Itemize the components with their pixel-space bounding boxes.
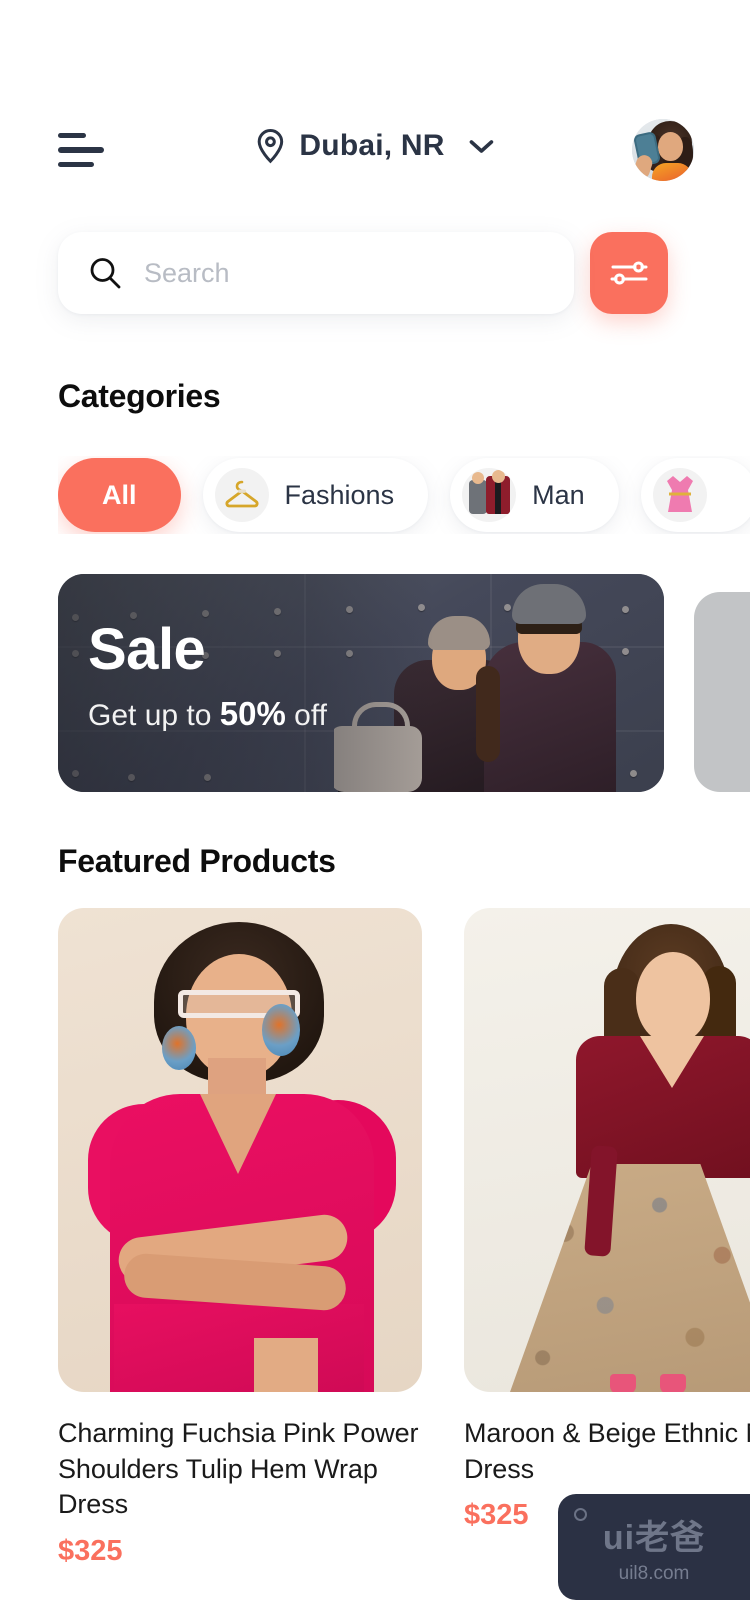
banner-subtitle-prefix: Get up to xyxy=(88,698,220,732)
app-header: Dubai, NR xyxy=(0,110,750,190)
category-chip-all[interactable]: All xyxy=(58,458,181,532)
watermark-logo-text: ui老爸 xyxy=(602,1518,706,1557)
category-chip-fashions[interactable]: Fashions xyxy=(202,458,429,532)
pink-dress-icon xyxy=(652,468,707,522)
product-image[interactable] xyxy=(58,908,422,1392)
product-image[interactable] xyxy=(464,908,750,1392)
categories-heading: Categories xyxy=(58,378,221,414)
filter-sliders-icon xyxy=(610,261,648,285)
banner-subtitle: Get up to 50% off xyxy=(88,695,327,733)
avatar-body xyxy=(652,163,692,181)
category-chip-man[interactable]: Man xyxy=(450,458,619,532)
menu-bar-1 xyxy=(58,133,86,139)
filter-button[interactable] xyxy=(590,232,668,314)
menu-bar-2 xyxy=(58,147,104,153)
category-chip-label: Fashions xyxy=(284,479,395,510)
product-title: Maroon & Beige Ethnic Maxi Dress xyxy=(464,1418,750,1484)
watermark-dot-icon xyxy=(574,1508,587,1521)
watermark-badge: ui老爸 uil8.com xyxy=(558,1494,750,1600)
promo-banner-next-slide[interactable] xyxy=(694,592,750,792)
watermark-url-text: uil8.com xyxy=(618,1562,690,1584)
avatar-face xyxy=(658,132,683,161)
category-chip-label: Man xyxy=(532,479,585,510)
hamburger-menu-icon[interactable] xyxy=(58,133,104,167)
search-icon xyxy=(90,258,121,289)
banner-title: Sale xyxy=(88,617,206,682)
banner-subtitle-suffix: off xyxy=(285,698,327,732)
promo-banner[interactable]: Sale Get up to 50% off xyxy=(58,574,664,792)
search-bar xyxy=(58,232,692,314)
avatar[interactable] xyxy=(632,119,694,181)
app-screen: Dubai, NR Search Categories All Fashions… xyxy=(0,0,750,1624)
banner-text-block: Sale Get up to 50% off xyxy=(88,617,327,733)
promo-banner-carousel[interactable]: Sale Get up to 50% off xyxy=(0,574,750,794)
man-suit-icon xyxy=(462,468,517,522)
search-field[interactable] xyxy=(58,232,574,314)
location-label: Dubai, NR xyxy=(299,129,445,162)
location-selector[interactable]: Dubai, NR xyxy=(255,128,494,164)
product-title: Charming Fuchsia Pink Power Shoulders Tu… xyxy=(58,1418,419,1520)
banner-subtitle-highlight: 50% xyxy=(219,694,286,732)
category-chip-list[interactable]: All Fashions Man xyxy=(58,456,750,534)
menu-bar-3 xyxy=(58,161,94,167)
search-input[interactable] xyxy=(144,257,544,289)
featured-heading: Featured Products xyxy=(58,843,336,879)
product-card[interactable]: Charming Fuchsia Pink Power Shoulders Tu… xyxy=(58,908,422,1608)
category-chip-label: All xyxy=(102,479,137,510)
clothes-hanger-icon xyxy=(214,468,269,522)
location-pin-icon xyxy=(257,128,284,164)
product-price: $325 xyxy=(58,1534,123,1567)
category-chip-dress[interactable] xyxy=(640,458,750,532)
chevron-down-icon[interactable] xyxy=(469,138,495,154)
